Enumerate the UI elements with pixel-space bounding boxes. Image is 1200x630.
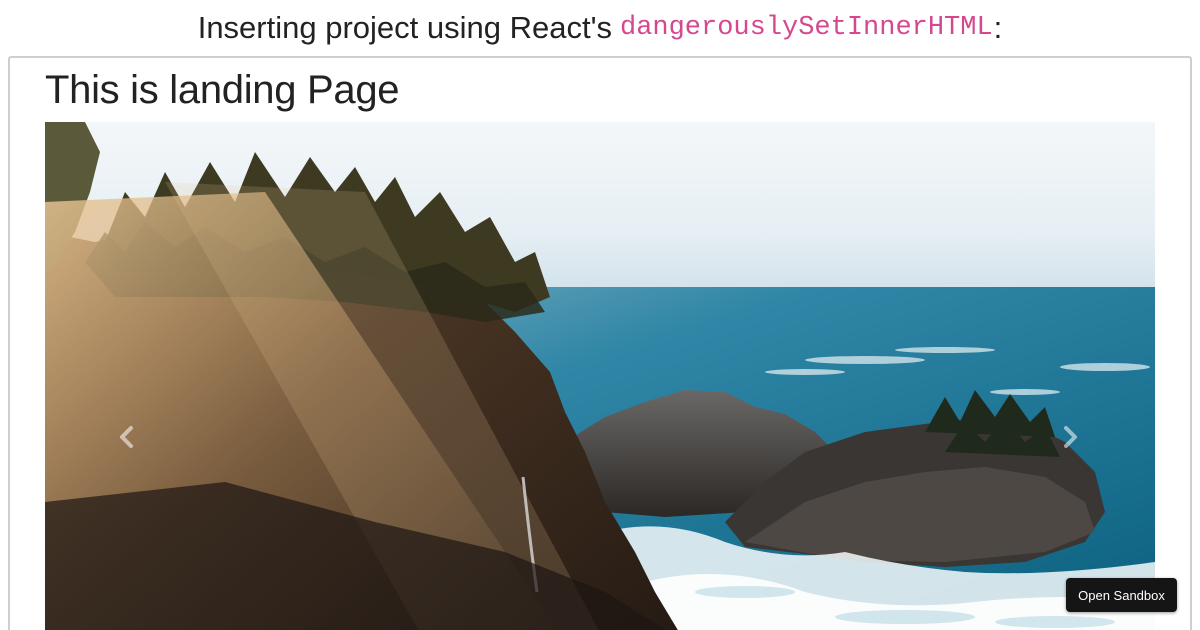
chevron-left-icon bbox=[120, 426, 133, 448]
coastal-cliff-photo bbox=[45, 122, 1155, 630]
carousel-next-control[interactable] bbox=[1040, 392, 1100, 482]
carousel-prev-control[interactable] bbox=[97, 392, 157, 482]
heading-colon: : bbox=[993, 10, 1003, 45]
embedded-project-frame: This is landing Page bbox=[8, 56, 1192, 630]
landing-page-title: This is landing Page bbox=[45, 68, 400, 112]
page-heading: Inserting project using React's dangerou… bbox=[0, 0, 1200, 56]
image-carousel bbox=[45, 122, 1155, 630]
open-sandbox-button[interactable]: Open Sandbox bbox=[1066, 578, 1177, 612]
heading-text: Inserting project using React's bbox=[197, 10, 612, 45]
heading-code: dangerouslySetInnerHTML bbox=[620, 13, 993, 43]
chevron-right-icon bbox=[1064, 426, 1077, 448]
